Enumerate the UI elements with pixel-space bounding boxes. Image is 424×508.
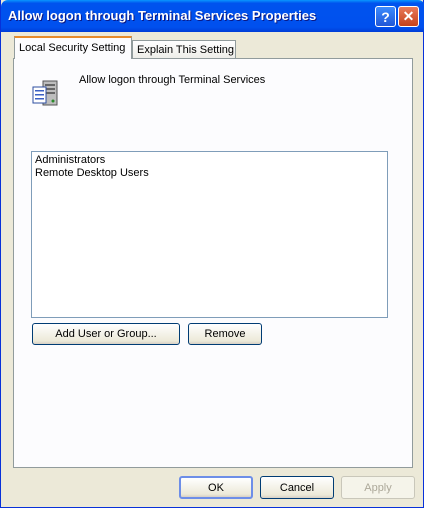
help-button[interactable]: ? (375, 6, 396, 27)
title-bar[interactable]: Allow logon through Terminal Services Pr… (1, 0, 424, 32)
policy-server-icon (32, 80, 58, 106)
properties-dialog: Allow logon through Terminal Services Pr… (0, 0, 424, 508)
tab-local-security-setting[interactable]: Local Security Setting (14, 36, 132, 59)
help-icon: ? (381, 8, 390, 25)
close-button[interactable]: ✕ (398, 6, 419, 27)
list-item[interactable]: Administrators (35, 154, 384, 167)
cancel-button[interactable]: Cancel (260, 476, 334, 499)
remove-button[interactable]: Remove (188, 323, 262, 345)
tab-panel: Allow logon through Terminal Services Ad… (13, 58, 413, 468)
ok-button[interactable]: OK (179, 476, 253, 499)
dialog-body: Local Security Setting Explain This Sett… (5, 32, 419, 502)
apply-button[interactable]: Apply (341, 476, 415, 499)
close-icon: ✕ (402, 8, 415, 24)
window-title: Allow logon through Terminal Services Pr… (8, 8, 317, 23)
members-listbox[interactable]: Administrators Remote Desktop Users (31, 151, 388, 318)
add-user-or-group-button[interactable]: Add User or Group... (32, 323, 180, 345)
tab-explain-this-setting[interactable]: Explain This Setting (132, 40, 236, 60)
policy-name: Allow logon through Terminal Services (79, 74, 266, 86)
list-item[interactable]: Remote Desktop Users (35, 167, 384, 180)
